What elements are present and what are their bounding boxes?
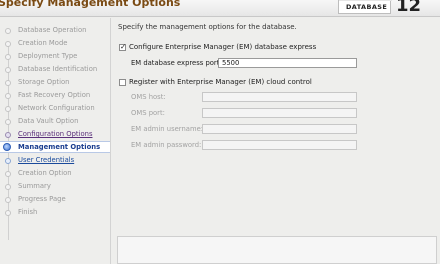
em-admin-username-label: EM admin username: <box>131 125 204 133</box>
step-storage-option: Storage Option <box>0 77 110 89</box>
em-port-label: EM database express port: <box>131 59 222 67</box>
cloud-control-checkbox[interactable] <box>119 79 126 86</box>
logo-text: DATABASE <box>346 3 388 11</box>
step-dot-icon <box>5 210 11 216</box>
oms-host-input[interactable] <box>202 92 357 102</box>
step-label: Creation Mode <box>18 39 68 47</box>
step-label: Data Vault Option <box>18 117 79 125</box>
em-admin-password-label: EM admin password: <box>131 141 202 149</box>
step-dot-icon <box>5 197 11 203</box>
intro-text: Specify the management options for the d… <box>118 23 297 31</box>
message-panel <box>117 236 437 264</box>
em-express-checkbox[interactable] <box>119 42 126 51</box>
logo-band <box>339 0 392 1</box>
step-label: Progress Page <box>18 195 66 203</box>
step-label: Finish <box>18 208 38 216</box>
step-finish: Finish <box>0 207 110 219</box>
step-configuration-options[interactable]: Configuration Options <box>0 129 110 141</box>
current-step-icon <box>3 143 11 151</box>
step-creation-mode: Creation Mode <box>0 38 110 50</box>
version-number: 12 <box>396 0 422 16</box>
step-summary: Summary <box>0 181 110 193</box>
step-label: Database Operation <box>18 26 87 34</box>
step-dot-icon <box>5 41 11 47</box>
page-title: Specify Management Options <box>0 0 181 9</box>
step-network-configuration: Network Configuration <box>0 103 110 115</box>
step-database-operation: Database Operation <box>0 25 110 37</box>
oms-port-input[interactable] <box>202 108 357 118</box>
step-label: Database Identification <box>18 65 98 73</box>
step-dot-icon <box>5 132 11 138</box>
step-label: Network Configuration <box>18 104 95 112</box>
step-dot-icon <box>5 106 11 112</box>
oracle-logo: DATABASE <box>338 0 392 14</box>
wizard-steps-nav: Database Operation Creation Mode Deploym… <box>0 18 110 264</box>
cloud-control-label[interactable]: Register with Enterprise Manager (EM) cl… <box>129 78 312 86</box>
em-admin-password-input[interactable] <box>202 140 357 150</box>
em-port-input[interactable]: 5500 <box>218 58 357 68</box>
em-admin-username-input[interactable] <box>202 124 357 134</box>
step-label: Fast Recovery Option <box>18 91 91 99</box>
em-express-label[interactable]: Configure Enterprise Manager (EM) databa… <box>129 43 316 51</box>
step-data-vault-option: Data Vault Option <box>0 116 110 128</box>
step-creation-option: Creation Option <box>0 168 110 180</box>
oms-host-label: OMS host: <box>131 93 166 101</box>
step-label: Deployment Type <box>18 52 78 60</box>
step-dot-icon <box>5 93 11 99</box>
step-database-identification: Database Identification <box>0 64 110 76</box>
step-dot-icon <box>5 80 11 86</box>
step-label: Creation Option <box>18 169 72 177</box>
step-label[interactable]: Configuration Options <box>18 130 92 138</box>
step-dot-icon <box>5 54 11 60</box>
step-deployment-type: Deployment Type <box>0 51 110 63</box>
step-dot-icon <box>5 184 11 190</box>
step-label: Storage Option <box>18 78 70 86</box>
oms-port-label: OMS port: <box>131 109 165 117</box>
step-label: Management Options <box>18 143 101 151</box>
step-dot-icon <box>5 158 11 164</box>
step-user-credentials[interactable]: User Credentials <box>0 155 110 167</box>
window-header: Specify Management Options DATABASE 12 <box>0 0 440 17</box>
main-content: Specify the management options for the d… <box>111 18 440 264</box>
step-dot-icon <box>5 67 11 73</box>
step-dot-icon <box>5 119 11 125</box>
step-label: Summary <box>18 182 51 190</box>
step-dot-icon <box>5 171 11 177</box>
step-management-options: Management Options <box>0 141 110 153</box>
step-progress-page: Progress Page <box>0 194 110 206</box>
step-label[interactable]: User Credentials <box>18 156 74 164</box>
step-fast-recovery-option: Fast Recovery Option <box>0 90 110 102</box>
step-dot-icon <box>5 28 11 34</box>
